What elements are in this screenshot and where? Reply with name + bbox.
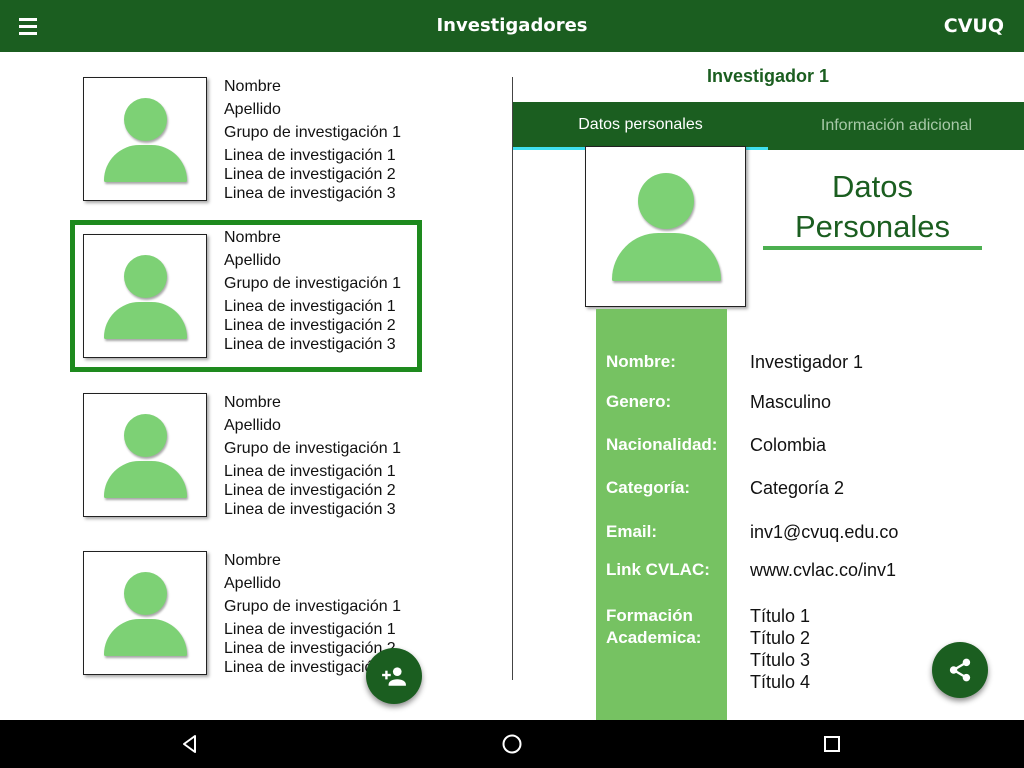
brand-logo-text[interactable]: CVUQ [944, 15, 1004, 37]
field-label-email: Email: [606, 522, 658, 541]
field-value-titulo-4: Título 4 [750, 672, 811, 692]
person-avatar-icon [124, 255, 167, 298]
field-value-titulo-1: Título 1 [750, 606, 811, 626]
field-value-nacionalidad: Colombia [750, 435, 827, 455]
nav-recents-button[interactable] [812, 728, 852, 760]
researcher-card-info: Nombre Apellido Grupo de investigación 1… [224, 393, 401, 519]
field-label-formacion-line1: Formación [606, 606, 693, 625]
nav-home-button[interactable] [492, 728, 532, 760]
card-line-linea-3: Linea de investigación 3 [224, 185, 396, 202]
field-value-nombre: Investigador 1 [750, 352, 864, 372]
person-avatar-icon [124, 414, 167, 457]
person-avatar-icon [124, 98, 167, 141]
card-line-grupo: Grupo de investigación 1 [224, 275, 401, 292]
researcher-photo [83, 393, 207, 517]
card-line-nombre: Nombre [224, 78, 281, 95]
researcher-list: Nombre Apellido Grupo de investigación 1… [0, 52, 512, 720]
hamburger-menu-icon[interactable] [10, 8, 46, 44]
field-value-titulo-2: Título 2 [750, 628, 811, 648]
card-line-linea-1: Linea de investigación 1 [224, 621, 396, 638]
person-avatar-icon [638, 173, 694, 229]
card-line-linea-2: Linea de investigación 2 [224, 166, 396, 183]
field-label-genero: Genero: [606, 392, 672, 411]
app-bar: Investigadores CVUQ [0, 0, 1024, 52]
card-line-apellido: Apellido [224, 101, 281, 118]
tab-informacion-adicional[interactable]: Información adicional [769, 102, 1024, 150]
card-line-linea-1: Linea de investigación 1 [224, 463, 396, 480]
add-person-icon [382, 667, 406, 686]
researcher-card[interactable]: Nombre Apellido Grupo de investigación 1… [70, 393, 422, 545]
share-icon [949, 658, 971, 682]
back-icon [183, 735, 196, 753]
card-line-linea-2: Linea de investigación 2 [224, 482, 396, 499]
share-button[interactable] [932, 642, 988, 698]
card-line-grupo: Grupo de investigación 1 [224, 598, 401, 615]
card-line-linea-1: Linea de investigación 1 [224, 298, 396, 315]
card-line-linea-1: Linea de investigación 1 [224, 147, 396, 164]
field-value-titulo-3: Título 3 [750, 650, 811, 670]
researcher-card-info: Nombre Apellido Grupo de investigación 1… [224, 77, 401, 203]
researcher-photo [83, 234, 207, 358]
card-line-apellido: Apellido [224, 575, 281, 592]
field-label-link-cvlac: Link CVLAC: [606, 560, 710, 579]
card-line-linea-3: Linea de investigación 3 [224, 336, 396, 353]
field-label-nacionalidad: Nacionalidad: [606, 435, 718, 454]
pane-divider [512, 77, 513, 680]
tab-datos-personales[interactable]: Datos personales [513, 102, 768, 150]
field-label-categoria: Categoría: [606, 478, 691, 497]
card-line-nombre: Nombre [224, 552, 281, 569]
researcher-photo [83, 77, 207, 201]
card-line-linea-2: Linea de investigación 2 [224, 317, 396, 334]
field-value-email[interactable]: inv1@cvuq.edu.co [750, 521, 898, 543]
system-navigation-bar [0, 720, 1024, 768]
card-line-apellido: Apellido [224, 417, 281, 434]
field-value-link-cvlac[interactable]: www.cvlac.co/inv1 [750, 559, 896, 581]
person-avatar-icon [124, 572, 167, 615]
field-value-categoria: Categoría 2 [750, 478, 845, 498]
home-icon [502, 734, 522, 754]
card-line-nombre: Nombre [224, 394, 281, 411]
card-line-grupo: Grupo de investigación 1 [224, 440, 401, 457]
detail-tabs: Datos personales Información adicional [513, 102, 1024, 150]
section-title-underline [763, 246, 982, 250]
card-line-grupo: Grupo de investigación 1 [224, 124, 401, 141]
researcher-card-info: Nombre Apellido Grupo de investigación 1… [224, 228, 401, 354]
app-title: Investigadores [436, 15, 588, 36]
detail-title: Investigador 1 [706, 66, 830, 86]
add-researcher-button[interactable] [366, 648, 422, 704]
recents-icon [824, 736, 840, 752]
field-label-nombre: Nombre: [606, 352, 676, 371]
nav-back-button[interactable] [170, 728, 210, 760]
field-value-genero: Masculino [750, 392, 832, 412]
section-title: Datos Personales [794, 169, 951, 244]
detail-photo [585, 146, 746, 307]
card-line-linea-3: Linea de investigación 3 [224, 501, 396, 518]
field-label-formacion-line2: Academica: [606, 628, 702, 647]
researcher-card-selected[interactable]: Nombre Apellido Grupo de investigación 1… [70, 220, 422, 372]
card-line-apellido: Apellido [224, 252, 281, 269]
researcher-card[interactable]: Nombre Apellido Grupo de investigación 1… [70, 77, 422, 229]
researcher-photo [83, 551, 207, 675]
card-line-nombre: Nombre [224, 229, 281, 246]
